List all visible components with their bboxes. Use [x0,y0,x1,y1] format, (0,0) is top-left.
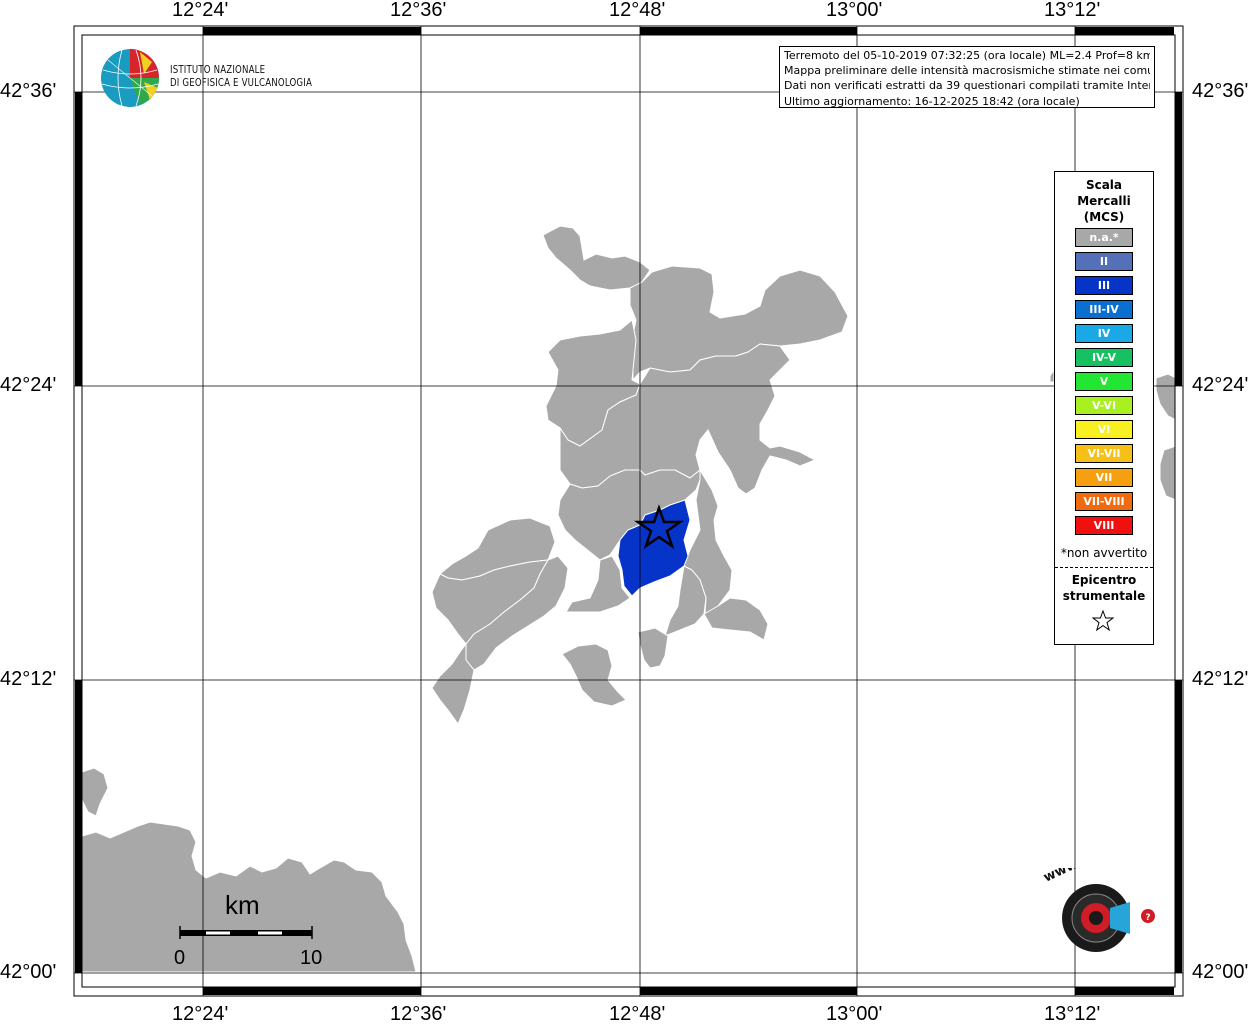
event-info-line: Terremoto del 05-10-2019 07:32:25 (ora l… [784,49,1150,62]
top-lon-label: 13°00' [826,0,883,21]
legend-swatch: V-VI [1075,396,1133,415]
legend-swatch: II [1075,252,1133,271]
legend-epicenter-label: Epicentro strumentale [1055,572,1153,604]
scale-bar: km 0 10 [170,890,340,970]
scale-bar-graphic [179,926,313,939]
legend-title: Scala Mercalli (MCS) [1055,177,1153,225]
bottom-lon-label: 12°48' [609,1003,666,1025]
left-lat-label: 42°12' [0,668,57,690]
legend-swatch: VI [1075,420,1133,439]
right-lat-label: 42°12' [1192,668,1249,690]
scale-unit-label: km [225,890,260,920]
left-lat-label: 42°24' [0,374,57,396]
legend-swatch: IV-V [1075,348,1133,367]
legend-divider [1055,567,1153,568]
legend-swatch: V [1075,372,1133,391]
legend-title-line: Scala [1085,178,1123,192]
legend-swatch: III-IV [1075,300,1133,319]
event-info-line: Ultimo aggiornamento: 16-12-2025 18:42 (… [784,94,1080,108]
scale-end-label: 10 [300,947,323,969]
top-lon-label: 13°12' [1044,0,1101,21]
left-lat-label: 42°36' [0,80,57,102]
legend-epicenter-line: Epicentro [1071,573,1137,587]
logo-line2: DI GEOFISICA E VULCANOLOGIA [170,77,313,89]
svg-text:?: ? [1145,913,1150,923]
event-info-box: Terremoto del 05-10-2019 07:32:25 (ora l… [779,46,1155,108]
ingv-logo: ISTITUTO NAZIONALE DI GEOFISICA E VULCAN… [100,48,320,110]
legend-swatch: n.a.* [1075,228,1133,247]
logo-line1: ISTITUTO NAZIONALE [170,64,266,76]
right-lat-label: 42°00' [1192,961,1249,983]
legend-swatch: III [1075,276,1133,295]
right-lat-label: 42°24' [1192,374,1249,396]
bottom-lon-label: 12°36' [390,1003,447,1025]
bottom-lon-label: 13°00' [826,1003,883,1025]
event-info-line: Mappa preliminare delle intensità macros… [784,64,1150,78]
legend-title-line: (MCS) [1083,210,1125,224]
legend-swatch: VII-VIII [1075,492,1133,511]
top-lon-label: 12°24' [172,0,229,21]
mcs-legend: Scala Mercalli (MCS) n.a.* II III III-IV IV I… [1054,171,1154,645]
haisentito-wordmark: www.haisentitoilterremoto.it [1041,868,1160,886]
legend-swatch: IV [1075,324,1133,343]
right-lat-label: 42°36' [1192,80,1249,102]
star-icon [1092,610,1114,632]
haisentito-logo[interactable]: ? www.haisentitoilterremoto.it [1030,868,1160,978]
legend-swatch: VIII [1075,516,1133,535]
bottom-lon-label: 13°12' [1044,1003,1101,1025]
legend-swatch: VI-VII [1075,444,1133,463]
top-lon-label: 12°48' [609,0,666,21]
legend-title-line: Mercalli [1077,194,1131,208]
event-info-line: Dati non verificati estratti da 39 quest… [784,79,1150,93]
legend-note: *non avvertito [1060,546,1148,560]
top-lon-label: 12°36' [390,0,447,21]
bottom-lon-label: 12°24' [172,1003,229,1025]
scale-start-label: 0 [174,947,186,969]
left-lat-label: 42°00' [0,961,57,983]
legend-epicenter-line: strumentale [1062,589,1146,603]
legend-swatch: VII [1075,468,1133,487]
globe-icon [101,49,159,107]
